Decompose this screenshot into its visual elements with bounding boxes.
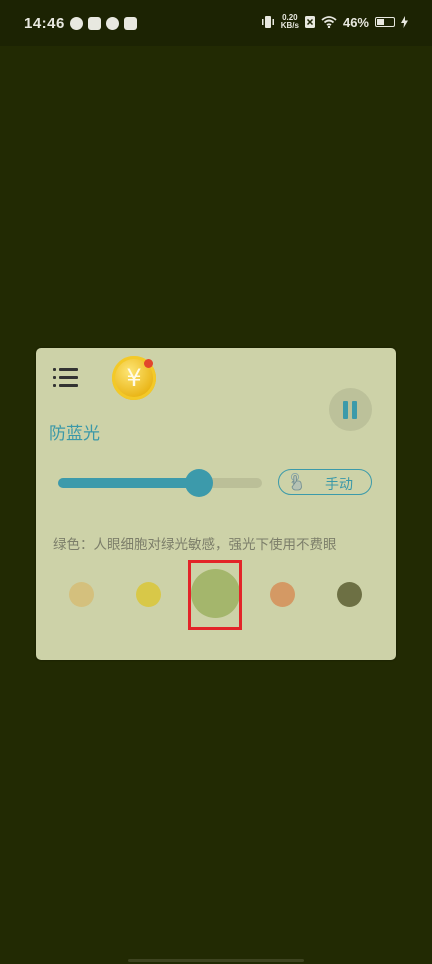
screen: 14:46 0.20 KB/s 46% ¥ 防蓝光 手动 绿色：人眼细胞对绿光敏… [0, 0, 432, 964]
selection-highlight [188, 560, 242, 630]
status-bar: 14:46 0.20 KB/s 46% [0, 0, 432, 46]
swatch-orange[interactable] [270, 582, 295, 607]
slider-thumb[interactable] [184, 469, 213, 497]
color-description: 绿色：人眼细胞对绿光敏感，强光下使用不费眼 [53, 537, 337, 553]
manual-mode-button[interactable]: 手动 [278, 469, 372, 495]
mail-icon [124, 17, 137, 30]
swatch-beige[interactable] [69, 582, 94, 607]
wifi-icon [321, 16, 337, 28]
battery-percent: 46% [342, 14, 369, 30]
no-sim-icon [304, 16, 315, 28]
app-title: 防蓝光 [49, 424, 100, 444]
home-indicator[interactable] [128, 959, 304, 962]
charging-icon [401, 16, 408, 28]
menu-dot [53, 384, 56, 387]
blue-light-filter-card: ¥ 防蓝光 手动 绿色：人眼细胞对绿光敏感，强光下使用不费眼 [36, 348, 396, 660]
notification-icon [70, 17, 83, 30]
swatch-dark-olive[interactable] [337, 582, 362, 607]
slider-fill [58, 478, 199, 488]
notification-badge [144, 359, 153, 368]
swatch-yellow[interactable] [136, 582, 161, 607]
intensity-slider[interactable] [58, 468, 262, 498]
hand-pointer-icon [290, 473, 302, 491]
menu-icon[interactable] [53, 366, 79, 390]
pause-icon-bar [343, 401, 348, 419]
battery-icon [375, 17, 395, 27]
menu-line [59, 384, 78, 387]
menu-line [59, 368, 78, 371]
battery-level [377, 19, 384, 25]
status-left-icons [70, 17, 137, 30]
net-speed: 0.20 KB/s [281, 14, 299, 30]
manual-label: 手动 [325, 477, 353, 493]
status-right: 0.20 KB/s 46% [261, 14, 408, 30]
pause-icon-bar [352, 401, 357, 419]
pause-button[interactable] [329, 388, 372, 431]
status-time: 14:46 [24, 15, 65, 32]
vibrate-icon [261, 16, 274, 28]
message-icon [88, 17, 101, 30]
link-icon [106, 17, 119, 30]
menu-dot [53, 368, 56, 371]
net-speed-unit: KB/s [280, 21, 299, 30]
menu-dot [53, 376, 56, 379]
menu-line [59, 376, 78, 379]
